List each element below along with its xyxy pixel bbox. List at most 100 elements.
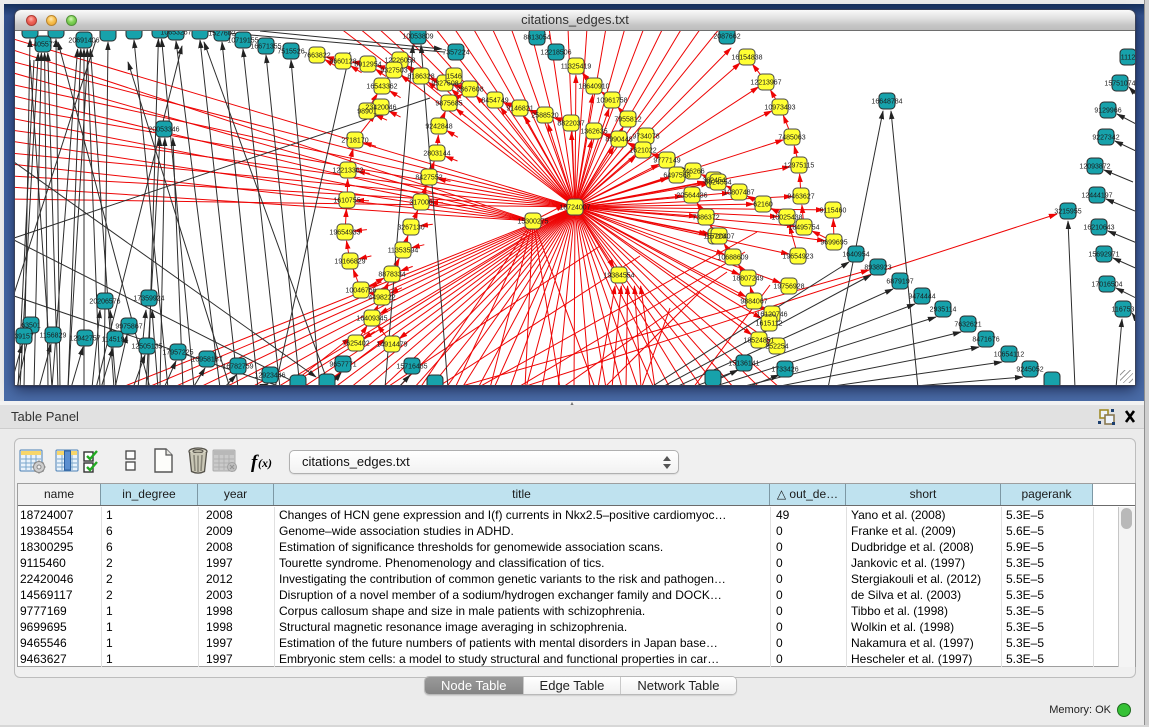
svg-text:15300275: 15300275 [517, 219, 548, 226]
svg-text:9777149: 9777149 [653, 158, 680, 165]
svg-text:10958187: 10958187 [191, 357, 222, 364]
svg-text:7386372: 7386372 [692, 215, 719, 222]
svg-text:2718170: 2718170 [341, 138, 368, 145]
svg-text:2803144: 2803144 [423, 151, 450, 158]
svg-text:12213362: 12213362 [332, 168, 363, 175]
svg-text:12975115: 12975115 [784, 163, 815, 170]
svg-text:14914479: 14914479 [376, 342, 407, 349]
svg-text:9474444: 9474444 [908, 294, 935, 301]
svg-text:19756928: 19756928 [773, 284, 804, 291]
svg-text:12226058: 12226058 [384, 58, 415, 65]
svg-text:8878334: 8878334 [378, 272, 405, 279]
svg-text:7515526: 7515526 [277, 49, 304, 56]
svg-text:9115460: 9115460 [820, 208, 847, 215]
svg-text:1156829: 1156829 [40, 333, 67, 340]
svg-text:19654923: 19654923 [782, 254, 813, 261]
svg-text:8912954: 8912954 [354, 62, 381, 69]
svg-text:8471676: 8471676 [972, 337, 999, 344]
svg-text:39157: 39157 [15, 334, 34, 341]
svg-text:9129966: 9129966 [1094, 108, 1121, 115]
svg-text:317006: 317006 [409, 200, 432, 207]
svg-text:9245052: 9245052 [1016, 367, 1043, 374]
svg-text:9884067: 9884067 [740, 299, 767, 306]
svg-text:8813054: 8813054 [523, 35, 550, 42]
svg-text:4498222: 4498222 [368, 295, 395, 302]
svg-text:19166829: 19166829 [334, 259, 365, 266]
svg-text:19654933: 19654933 [329, 230, 360, 237]
svg-text:1733426: 1733426 [771, 367, 798, 374]
svg-text:7663822: 7663822 [303, 53, 330, 60]
svg-text:8186328: 8186328 [407, 74, 434, 81]
svg-text:1112: 1112 [1121, 55, 1135, 62]
svg-text:16120746: 16120746 [756, 312, 787, 319]
svg-text:1405572: 1405572 [29, 42, 56, 49]
svg-text:20206576: 20206576 [89, 299, 120, 306]
svg-text:16154838: 16154838 [731, 55, 762, 62]
svg-text:7625402: 7625402 [342, 341, 369, 348]
svg-text:9227342: 9227342 [1092, 135, 1119, 142]
svg-text:9875685: 9875685 [435, 101, 462, 108]
svg-text:8660128: 8660128 [329, 59, 356, 66]
svg-text:10046766: 10046766 [345, 288, 376, 295]
svg-text:11325419: 11325419 [561, 64, 592, 71]
svg-text:6879197: 6879197 [886, 279, 913, 286]
svg-text:18640910: 18640910 [578, 84, 609, 91]
svg-text:12093872: 12093872 [1079, 164, 1110, 171]
svg-text:1362635: 1362635 [580, 129, 607, 136]
svg-text:20053346: 20053346 [148, 127, 179, 134]
svg-text:1546: 1546 [446, 74, 462, 81]
svg-text:15692971: 15692971 [1088, 252, 1119, 259]
svg-text:9327508: 9327508 [431, 81, 458, 88]
svg-text:20691406: 20691406 [68, 38, 99, 45]
svg-text:8454749: 8454749 [481, 98, 508, 105]
svg-text:2867608: 2867608 [456, 87, 483, 94]
svg-text:9146821: 9146821 [506, 106, 533, 113]
svg-text:(x): (x) [258, 456, 272, 470]
svg-text:10973493: 10973493 [764, 105, 795, 112]
svg-text:12923446: 12923446 [254, 373, 285, 380]
svg-text:8822037: 8822037 [557, 121, 584, 128]
svg-text:9734078: 9734078 [632, 134, 659, 141]
svg-text:15751074: 15751074 [1104, 81, 1135, 88]
svg-text:12942757: 12942757 [69, 336, 100, 343]
svg-text:8990448: 8990448 [605, 137, 632, 144]
svg-text:8427552: 8427552 [415, 175, 442, 182]
svg-text:10688609: 10688609 [717, 255, 748, 262]
svg-text:1621022: 1621022 [629, 148, 656, 155]
svg-text:9242848: 9242848 [425, 124, 452, 131]
svg-text:17957225: 17957225 [162, 350, 193, 357]
svg-text:1145194: 1145194 [102, 337, 129, 344]
svg-text:9975867: 9975867 [115, 324, 142, 331]
svg-text:116753: 116753 [1112, 307, 1135, 314]
svg-text:10654112: 10654112 [994, 352, 1025, 359]
svg-text:9657771: 9657771 [329, 362, 356, 369]
svg-text:7485063: 7485063 [778, 135, 805, 142]
svg-text:9327503: 9327503 [380, 68, 407, 75]
svg-text:19384554: 19384554 [603, 273, 634, 280]
svg-text:15720407: 15720407 [703, 234, 734, 241]
svg-text:16543362: 16543362 [366, 84, 397, 91]
svg-text:18724007: 18724007 [559, 205, 590, 212]
svg-text:3024554: 3024554 [704, 180, 731, 187]
svg-text:15716485: 15716485 [396, 364, 427, 371]
svg-text:7357224: 7357224 [442, 50, 469, 57]
svg-text:62160: 62160 [753, 202, 773, 209]
svg-text:16210643: 16210643 [1083, 225, 1114, 232]
svg-text:252254: 252254 [765, 344, 788, 351]
svg-text:9699695: 9699695 [820, 240, 847, 247]
svg-text:1615112: 1615112 [756, 321, 783, 328]
svg-text:10053809: 10053809 [402, 34, 433, 41]
svg-text:18807249: 18807249 [732, 276, 763, 283]
svg-text:63501: 63501 [21, 323, 41, 330]
svg-text:12218506: 12218506 [540, 50, 571, 57]
svg-text:10807487: 10807487 [723, 190, 754, 197]
svg-text:2588520: 2588520 [531, 113, 558, 120]
svg-text:17359924: 17359924 [133, 296, 164, 303]
svg-text:16409345: 16409345 [356, 316, 387, 323]
svg-text:7955812: 7955812 [614, 117, 641, 124]
svg-text:16648784: 16648784 [871, 99, 902, 106]
svg-text:11353594: 11353594 [388, 248, 419, 255]
svg-text:15136141: 15136141 [728, 361, 759, 368]
svg-text:10025438: 10025438 [771, 215, 802, 222]
svg-text:3215955: 3215955 [1054, 209, 1081, 216]
